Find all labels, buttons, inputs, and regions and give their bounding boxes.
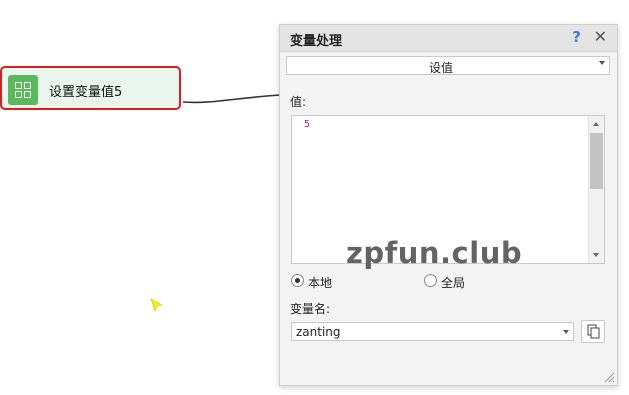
- scope-local-label: 本地: [308, 276, 333, 290]
- help-icon[interactable]: ?: [572, 28, 581, 46]
- varname-label: 变量名:: [290, 302, 331, 316]
- resize-grip-icon[interactable]: [603, 371, 615, 383]
- flow-node-set-variable[interactable]: 设置变量值5: [0, 66, 181, 110]
- close-icon[interactable]: ✕: [594, 27, 607, 46]
- scroll-thumb[interactable]: [590, 133, 603, 189]
- flow-node-label: 设置变量值5: [49, 85, 123, 100]
- panel-title: 变量处理: [290, 34, 343, 49]
- scope-global-radio[interactable]: [424, 274, 437, 287]
- chevron-down-icon: [599, 61, 605, 65]
- vertical-scrollbar[interactable]: [588, 116, 604, 263]
- copy-icon: [587, 324, 600, 339]
- chevron-down-icon: [563, 330, 569, 334]
- scroll-down-icon[interactable]: [593, 253, 599, 257]
- variable-panel: 变量处理 ? ✕ 设值 值: 5 本地 全局 变量名: zanting: [279, 24, 618, 386]
- mode-dropdown[interactable]: 设值: [286, 56, 610, 75]
- varname-dropdown[interactable]: zanting: [291, 322, 574, 341]
- scope-global-label: 全局: [441, 276, 466, 290]
- value-content: 5: [304, 119, 311, 130]
- mouse-cursor-icon: [150, 298, 163, 312]
- scope-local-radio[interactable]: [291, 274, 304, 287]
- connector-line: [183, 94, 282, 104]
- grid-icon: [8, 75, 38, 105]
- copy-button[interactable]: [581, 320, 605, 343]
- watermark: zpfun.club: [346, 236, 523, 270]
- mode-dropdown-value: 设值: [428, 61, 453, 75]
- panel-header: 变量处理 ? ✕: [280, 25, 617, 52]
- value-label: 值:: [290, 95, 307, 109]
- varname-value: zanting: [296, 325, 341, 339]
- scroll-up-icon[interactable]: [593, 122, 599, 126]
